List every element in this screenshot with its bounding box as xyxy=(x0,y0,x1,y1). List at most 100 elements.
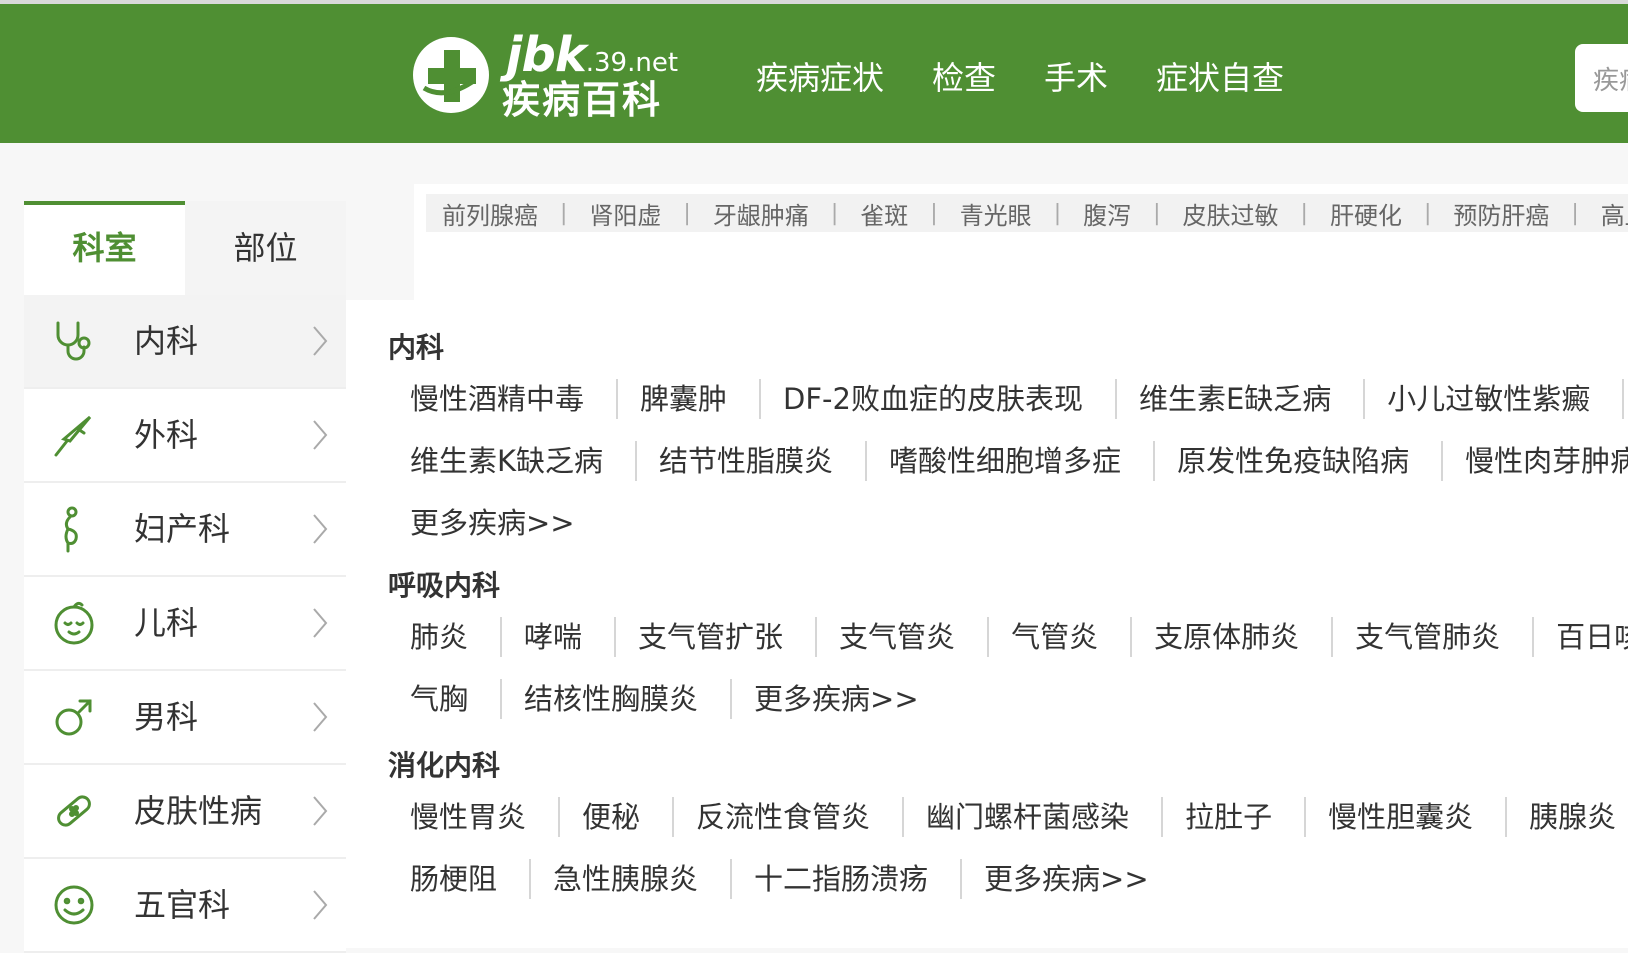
chevron-right-icon xyxy=(313,514,328,544)
disease-list: 肺炎哮喘支气管扩张支气管炎气管炎支原体肺炎支气管肺炎百日咳气胸结核性胸膜炎更多疾… xyxy=(388,606,1628,730)
disease-link[interactable]: 急性胰腺炎 xyxy=(531,859,733,899)
sidebar-item-andrology[interactable]: 男科 xyxy=(24,671,346,765)
search-placeholder: 疾病 xyxy=(1593,66,1628,96)
disease-link[interactable]: 肠梗阻 xyxy=(388,859,532,899)
hot-search-list: 前列腺癌 | 肾阳虚 | 牙龈肿痛 | 雀斑 | 青光眼 | 腹泻 | 皮肤过敏 | 肝硬化 | 预防肝癌 | 高血 xyxy=(426,194,1628,232)
hot-search-link[interactable]: 前列腺癌 xyxy=(442,196,538,231)
sidebar-item-label: 内科 xyxy=(134,322,199,360)
logo-cross-icon xyxy=(413,37,489,113)
disease-row: 肺炎哮喘支气管扩张支气管炎气管炎支原体肺炎支气管肺炎百日咳 xyxy=(388,606,1628,668)
disease-link[interactable]: 气管炎 xyxy=(989,617,1133,657)
disease-link[interactable]: 胰腺炎 xyxy=(1507,797,1628,837)
disease-link[interactable]: DF-2败血症的皮肤表现 xyxy=(761,379,1117,419)
sidebar-item-ent[interactable]: 五官科 xyxy=(24,859,346,953)
sidebar-item-label: 妇产科 xyxy=(134,510,231,548)
hot-search-separator: | xyxy=(560,200,568,226)
hot-search-separator: | xyxy=(1053,200,1062,226)
hot-search-link[interactable]: 肝硬化 xyxy=(1330,196,1402,231)
hot-search-link[interactable]: 牙龈肿痛 xyxy=(713,196,809,231)
hot-search-link[interactable]: 预防肝癌 xyxy=(1453,196,1549,231)
chevron-right-icon xyxy=(313,420,328,450)
sidebar-item-obstetrics[interactable]: 妇产科 xyxy=(24,483,346,577)
disease-link[interactable]: 支气管肺炎 xyxy=(1333,617,1535,657)
more-diseases-link[interactable]: 更多疾病>> xyxy=(962,859,1181,899)
tab-department[interactable]: 科室 xyxy=(24,201,185,295)
hot-search-link[interactable]: 皮肤过敏 xyxy=(1183,196,1279,231)
sidebar-item-label: 皮肤性病 xyxy=(134,792,263,830)
disease-link[interactable]: 支原体肺炎 xyxy=(1132,617,1334,657)
more-diseases-link[interactable]: 更多疾病>> xyxy=(732,679,951,719)
hot-search-link[interactable]: 肾阳虚 xyxy=(589,196,661,231)
chevron-right-icon xyxy=(313,890,328,920)
nav-surgery[interactable]: 手术 xyxy=(1044,54,1108,102)
sidebar-item-label: 五官科 xyxy=(134,886,231,924)
disease-link[interactable]: 原发性免疫缺陷病 xyxy=(1155,441,1444,481)
nav-examination[interactable]: 检查 xyxy=(932,54,996,102)
disease-link[interactable]: 慢性胆囊炎 xyxy=(1306,797,1508,837)
disease-link[interactable]: 拉肚子 xyxy=(1163,797,1307,837)
disease-link[interactable]: 维生素K缺乏病 xyxy=(388,441,638,481)
hot-search-link[interactable]: 青光眼 xyxy=(960,196,1032,231)
disease-link[interactable]: 肺炎 xyxy=(388,617,503,657)
hot-search-separator: | xyxy=(1300,200,1308,226)
disease-row: 慢性胃炎 便秘 反流性食管炎 幽门螺杆菌感染 拉肚子 慢性胆囊炎 胰腺炎 xyxy=(388,786,1628,848)
disease-row: 慢性酒精中毒 脾囊肿 DF-2败血症的皮肤表现 维生素E缺乏病 小儿过敏性紫癜 xyxy=(388,368,1628,430)
site-logo[interactable]: jbk.39.net 疾病百科 xyxy=(410,28,690,122)
sidebar-item-pediatrics[interactable]: 儿科 xyxy=(24,577,346,671)
disease-link[interactable]: 慢性肉芽肿病 xyxy=(1443,441,1628,481)
nav-symptom-self-check[interactable]: 症状自查 xyxy=(1156,54,1284,102)
disease-link[interactable]: 慢性胃炎 xyxy=(388,797,561,837)
disease-link[interactable]: 支气管扩张 xyxy=(616,617,818,657)
section-title: 消化内科 xyxy=(388,749,501,782)
tab-body-part[interactable]: 部位 xyxy=(185,201,346,295)
sidebar-item-label: 儿科 xyxy=(134,604,199,642)
hot-search-link[interactable]: 雀斑 xyxy=(860,196,908,231)
baby-face-icon xyxy=(54,601,94,645)
disease-link[interactable]: 慢性酒精中毒 xyxy=(388,379,619,419)
disease-link[interactable]: 维生素E缺乏病 xyxy=(1117,379,1366,419)
disease-panel: 内科 慢性酒精中毒 脾囊肿 DF-2败血症的皮肤表现 维生素E缺乏病 小儿过敏性紫癜 维生素… xyxy=(346,300,1628,948)
sidebar-item-internal-medicine[interactable]: 内科 xyxy=(24,295,346,389)
disease-link[interactable]: 支气管炎 xyxy=(817,617,990,657)
hot-search-link[interactable]: 腹泻 xyxy=(1083,196,1131,231)
sidebar-item-dermatology[interactable]: 皮肤性病 xyxy=(24,765,346,859)
chevron-right-icon xyxy=(313,796,328,826)
site-header: jbk.39.net 疾病百科 疾病症状 检查 手术 症状自查 疾病 xyxy=(0,4,1628,143)
disease-link[interactable]: 气胸 xyxy=(388,679,503,719)
disease-link[interactable]: 小儿过敏性紫癜 xyxy=(1365,379,1625,419)
disease-row: 气胸 结核性胸膜炎 更多疾病>> xyxy=(388,668,1628,730)
disease-link[interactable]: 百日咳 xyxy=(1534,617,1628,657)
bandage-icon xyxy=(57,795,91,827)
hot-search-separator: | xyxy=(830,200,839,226)
disease-link[interactable]: 便秘 xyxy=(560,797,675,837)
disease-link[interactable]: 嗜酸性细胞增多症 xyxy=(867,441,1156,481)
disease-link[interactable]: 十二指肠溃疡 xyxy=(732,859,963,899)
hot-search-separator: | xyxy=(1571,200,1579,226)
stethoscope-icon xyxy=(56,321,91,361)
hot-search-separator: | xyxy=(1153,200,1161,226)
disease-link[interactable]: 反流性食管炎 xyxy=(674,797,905,837)
logo-brand-text: jbk xyxy=(506,27,587,83)
disease-row: 肠梗阻 急性胰腺炎 十二指肠溃疡 更多疾病>> xyxy=(388,848,1628,910)
section-digestive: 消化内科 慢性胃炎 便秘 反流性食管炎 幽门螺杆菌感染 拉肚子 慢性胆囊炎 胰腺炎 肠梗阻 急性胰… xyxy=(388,746,1628,910)
hot-search-bar: 前列腺癌 | 肾阳虚 | 牙龈肿痛 | 雀斑 | 青光眼 | 腹泻 | 皮肤过敏 | 肝硬化 | 预防肝癌 | 高血 xyxy=(414,184,1628,300)
disease-row: 维生素K缺乏病 结节性脂膜炎 嗜酸性细胞增多症 原发性免疫缺陷病 慢性肉芽肿病 xyxy=(388,430,1628,492)
main-nav: 疾病症状 检查 手术 症状自查 xyxy=(756,54,1332,102)
scalpel-icon xyxy=(54,415,92,457)
sidebar-item-label: 外科 xyxy=(134,416,199,454)
disease-link[interactable]: 脾囊肿 xyxy=(618,379,762,419)
sidebar-item-surgery[interactable]: 外科 xyxy=(24,389,346,483)
disease-link[interactable]: 幽门螺杆菌感染 xyxy=(904,797,1164,837)
disease-row: 更多疾病>> xyxy=(388,492,1628,554)
chevron-right-icon xyxy=(313,702,328,732)
search-input[interactable]: 疾病 xyxy=(1575,44,1628,112)
hot-search-link[interactable]: 高血 xyxy=(1601,196,1628,231)
disease-link[interactable]: 哮喘 xyxy=(502,617,617,657)
disease-link[interactable]: 结核性胸膜炎 xyxy=(502,679,733,719)
nav-disease-symptoms[interactable]: 疾病症状 xyxy=(756,54,884,102)
logo-domain: .39.net xyxy=(585,48,679,78)
category-sidebar: 科室 部位 内科 外科 妇产科 儿科 男科 皮肤性病 五官科 xyxy=(24,201,346,953)
disease-link[interactable]: 结节性脂膜炎 xyxy=(637,441,868,481)
sidebar-tabs: 科室 部位 xyxy=(24,201,346,295)
more-diseases-link[interactable]: 更多疾病>> xyxy=(388,503,607,543)
